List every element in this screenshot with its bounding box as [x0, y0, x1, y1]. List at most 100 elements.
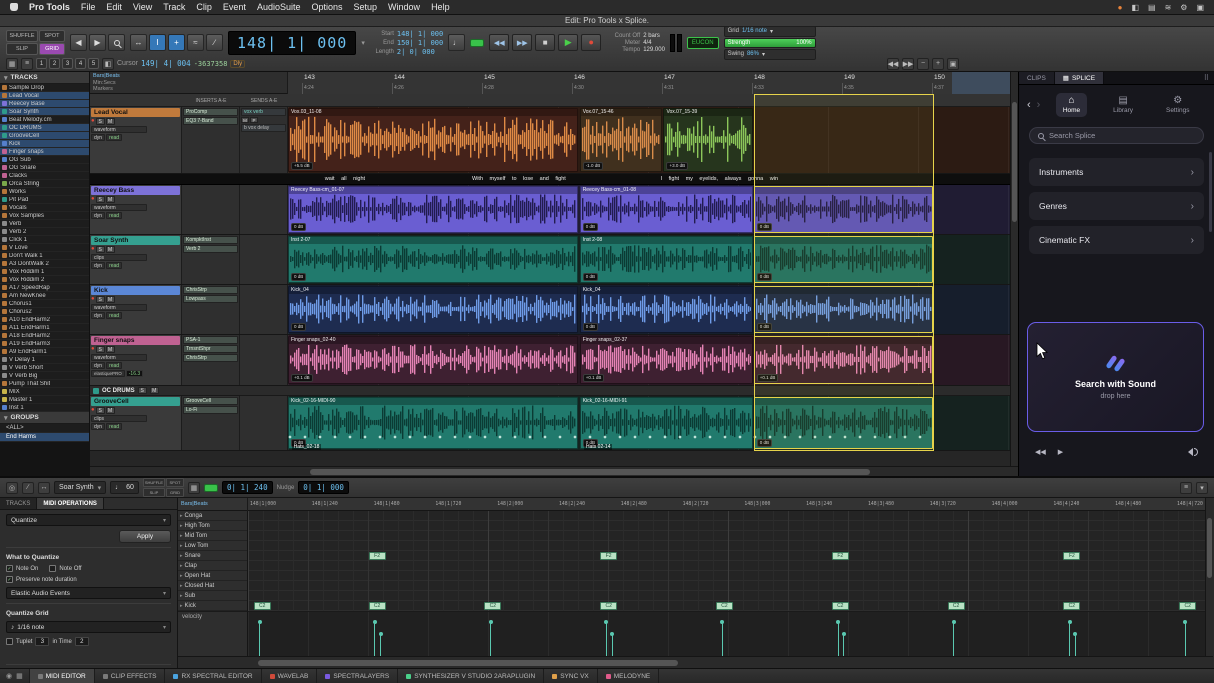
menubar-status-icon[interactable]: ◧ — [1131, 3, 1139, 12]
mute-button[interactable]: M — [106, 407, 115, 414]
mute-button[interactable]: M — [106, 118, 115, 125]
sidebar-track-item[interactable]: OG Sub — [0, 156, 89, 164]
volume-icon[interactable] — [1184, 448, 1198, 456]
insert-slot[interactable]: ChrisStrp — [183, 354, 238, 362]
sidebar-track-item[interactable]: Chorus2 — [0, 308, 89, 316]
clip-gain-badge[interactable]: +3.0 dB — [666, 162, 688, 170]
audio-clip[interactable]: +0.1 dB — [754, 336, 934, 384]
play-button[interactable]: ▶ — [558, 34, 578, 51]
solo-button[interactable]: S — [96, 196, 105, 203]
midi-note[interactable]: C2 — [484, 602, 501, 610]
clip-gain-badge[interactable]: +0.1 dB — [291, 374, 313, 382]
insert-slot[interactable]: Lo-Fi — [183, 406, 238, 414]
note-on-checkbox[interactable]: ✓ — [6, 565, 13, 572]
menu-item[interactable]: Setup — [354, 2, 378, 12]
tab-splice[interactable]: ▦SPLICE — [1055, 72, 1104, 84]
sidebar-track-item[interactable]: A3 DontWalk 2 — [0, 260, 89, 268]
clip-gain-badge[interactable]: 0 dB — [757, 273, 772, 281]
grid-icon[interactable]: ▦ — [16, 672, 23, 680]
sidebar-track-item[interactable]: Sample Drop — [0, 84, 89, 92]
menu-item[interactable]: File — [81, 2, 96, 12]
memory-location-button[interactable]: 2 — [49, 58, 60, 69]
track-header[interactable]: Finger snaps ●SM waveform dynread elasti… — [90, 335, 182, 385]
previous-button[interactable]: ◀◀ — [1035, 448, 1046, 456]
automation-mode-button[interactable]: read — [106, 262, 122, 269]
selection-length[interactable]: 2| 0| 000 — [397, 48, 435, 56]
midi-note[interactable]: C2 — [948, 602, 965, 610]
midi-edit-mode[interactable]: SLIP — [143, 488, 165, 497]
audio-clip[interactable]: Reecey Bass-cm_01-08 0 dB — [580, 186, 753, 233]
dyn-button[interactable]: dyn — [91, 212, 105, 219]
insert-slot[interactable]: PSA-1 — [183, 336, 238, 344]
quantize-grid-select[interactable]: ♪1/16 note▾ — [6, 621, 171, 633]
menu-item[interactable]: Options — [311, 2, 342, 12]
panel-options-icon[interactable]: ▾ — [1196, 482, 1208, 494]
track-name[interactable]: Reecey Bass — [91, 186, 180, 195]
link-track-icon[interactable]: ≡ — [21, 58, 33, 70]
clip-gain-badge[interactable]: 0 dB — [583, 223, 598, 231]
tuplet-checkbox[interactable] — [6, 638, 13, 645]
group-solo-button[interactable]: S — [138, 387, 147, 394]
search-input[interactable]: Search Splice — [1029, 127, 1204, 144]
bottom-tab[interactable]: CLIP EFFECTS — [95, 669, 166, 683]
group-track-header[interactable]: OC DRUMS S M — [90, 386, 1010, 396]
menu-item[interactable]: View — [133, 2, 152, 12]
sidebar-track-item[interactable]: Pump That Shit — [0, 380, 89, 388]
sidebar-group-item[interactable]: End Harms — [0, 433, 89, 442]
group-mute-button[interactable]: M — [150, 387, 159, 394]
sidebar-track-item[interactable]: Beat Melody.cm — [0, 116, 89, 124]
elastic-audio-plugin[interactable]: elastiquePRO — [91, 370, 125, 377]
track-name[interactable]: GrooveCell — [91, 397, 180, 406]
zoom-tool[interactable] — [108, 34, 125, 51]
drum-row[interactable]: ▸ High Tom — [178, 521, 247, 531]
memory-location-button[interactable]: 4 — [75, 58, 86, 69]
midi-note[interactable]: C2 — [1063, 602, 1080, 610]
sidebar-track-item[interactable]: OC DRUMS — [0, 124, 89, 132]
audio-clip[interactable]: Kick_04 0 dB — [288, 286, 578, 333]
midi-timebase[interactable]: Bars|Beats — [178, 498, 248, 511]
track-name[interactable]: Lead Vocal — [91, 108, 180, 117]
bottom-tab[interactable]: RX SPECTRAL EDITOR — [165, 669, 261, 683]
expand-icon[interactable]: ▸ — [180, 573, 183, 579]
splice-nav-item[interactable]: ⌂ Home — [1056, 93, 1087, 117]
edit-mode-button[interactable]: SHUFFLE — [6, 30, 38, 42]
track-lane[interactable]: Finger snaps_02-40 +0.1 dB Finger snaps_… — [288, 335, 1010, 385]
menubar-status-icon[interactable]: ● — [1118, 3, 1123, 12]
track-header[interactable]: Reecey Bass ●SM waveform dynread — [90, 185, 182, 234]
sidebar-track-item[interactable]: MIX — [0, 388, 89, 396]
audio-clip[interactable]: Vox.07_15-39 +3.0 dB — [663, 108, 753, 172]
grid-value-select[interactable]: Grid1/16 note▾ — [724, 26, 816, 37]
search-with-sound-card[interactable]: Search with Sound drop here — [1027, 322, 1204, 432]
track-lane[interactable]: Vox.03_11-08 +5.5 dB Vox.07_15-46 -1.0 d… — [288, 107, 1010, 173]
mute-button[interactable]: M — [106, 196, 115, 203]
zoom-in-button[interactable]: ▶ — [89, 34, 106, 51]
sidebar-track-item[interactable]: Verb 2 — [0, 228, 89, 236]
automation-mode-button[interactable]: read — [106, 212, 122, 219]
midi-note[interactable]: C2 — [716, 602, 733, 610]
send-mute-pre-buttons[interactable]: MP — [241, 117, 286, 123]
notation-view-icon[interactable]: ≡ — [1180, 482, 1192, 494]
clip-gain-badge[interactable]: +0.1 dB — [583, 374, 605, 382]
memory-location-button[interactable]: 5 — [88, 58, 99, 69]
sidebar-track-item[interactable]: Works — [0, 188, 89, 196]
audio-clip[interactable]: 0 dB — [754, 286, 934, 333]
splice-category[interactable]: Instruments › — [1029, 158, 1204, 186]
midi-note[interactable]: C2 — [832, 602, 849, 610]
track-name[interactable]: Soar Synth — [91, 236, 180, 245]
clip-gain-badge[interactable]: 0 dB — [757, 323, 772, 331]
audio-clip[interactable]: Inst 2-08 0 dB — [580, 236, 753, 283]
sidebar-track-item[interactable]: GrooveCell — [0, 132, 89, 140]
velocity-stem[interactable] — [612, 634, 613, 656]
track-header[interactable]: Kick ●SM waveform dynread — [90, 285, 182, 334]
sidebar-track-item[interactable]: Orca String — [0, 180, 89, 188]
selection-end[interactable]: 150| 1| 000 — [397, 39, 443, 47]
audio-clip[interactable]: Kick_04 0 dB — [580, 286, 753, 333]
midi-grid-counter[interactable]: 0| 1| 240 — [222, 481, 273, 494]
record-arm-button[interactable]: ● — [91, 346, 95, 353]
sidebar-track-item[interactable]: V Verb Big — [0, 372, 89, 380]
sidebar-track-item[interactable]: A18 EndHarm2 — [0, 332, 89, 340]
midi-note[interactable]: F2 — [600, 552, 617, 560]
stop-button[interactable]: ■ — [535, 34, 555, 51]
menubar-status-icon[interactable]: ▤ — [1148, 3, 1156, 12]
midi-note-grid[interactable]: F2F2F2F2 C2C2C2C2C2C2C2C2C2 — [248, 511, 1205, 611]
